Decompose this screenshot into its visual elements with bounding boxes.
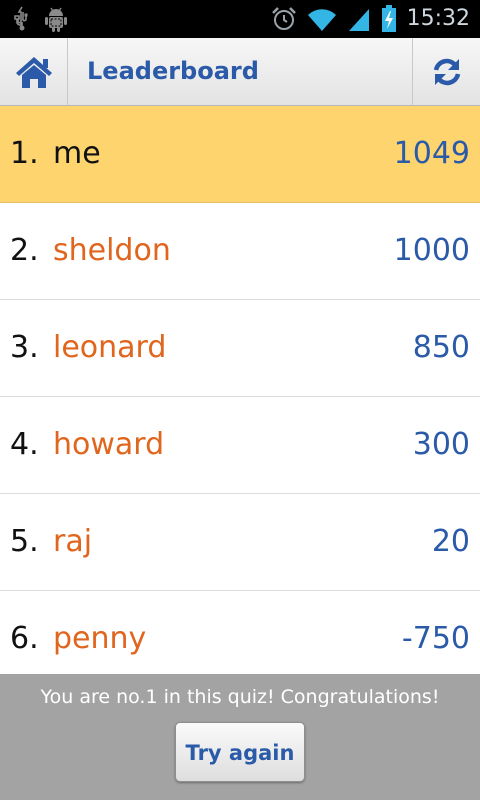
congratulations-message: You are no.1 in this quiz! Congratulatio… — [40, 686, 440, 708]
refresh-icon — [433, 58, 460, 85]
refresh-button[interactable] — [412, 38, 480, 105]
leaderboard-row: 4. howard 300 — [0, 397, 480, 494]
action-bar: Leaderboard — [0, 38, 480, 106]
player-score: -750 — [401, 621, 470, 656]
android-debug-icon — [45, 7, 67, 32]
leaderboard-list: 1. me 1049 2. sheldon 1000 3. leonard 85… — [0, 106, 480, 688]
player-score: 850 — [412, 330, 470, 365]
leaderboard-row: 5. raj 20 — [0, 494, 480, 591]
home-button[interactable] — [0, 38, 68, 105]
try-again-button[interactable]: Try again — [175, 722, 305, 782]
clock: 15:32 — [406, 6, 470, 31]
rank-label: 2. — [10, 233, 39, 268]
rank-label: 1. — [10, 136, 39, 171]
screen-title: Leaderboard — [87, 57, 259, 85]
player-name: howard — [53, 427, 165, 462]
player-score: 1000 — [393, 233, 470, 268]
player-name: sheldon — [53, 233, 171, 268]
player-score: 1049 — [393, 136, 470, 171]
player-name: me — [53, 136, 101, 171]
leaderboard-row: 3. leonard 850 — [0, 300, 480, 397]
rank-label: 3. — [10, 330, 39, 365]
player-score: 20 — [431, 524, 470, 559]
wifi-icon — [307, 9, 336, 32]
player-name: leonard — [53, 330, 167, 365]
status-bar: 15:32 — [0, 0, 480, 38]
alarm-icon — [271, 7, 296, 30]
battery-charging-icon — [381, 5, 396, 32]
result-footer: You are no.1 in this quiz! Congratulatio… — [0, 674, 480, 800]
home-icon — [15, 56, 52, 88]
leaderboard-row: 1. me 1049 — [0, 106, 480, 203]
rank-label: 6. — [10, 621, 39, 656]
signal-icon — [348, 9, 369, 31]
player-name: raj — [53, 524, 93, 559]
player-name: penny — [53, 621, 147, 656]
usb-icon — [14, 6, 28, 31]
rank-label: 4. — [10, 427, 39, 462]
leaderboard-row: 2. sheldon 1000 — [0, 203, 480, 300]
rank-label: 5. — [10, 524, 39, 559]
player-score: 300 — [412, 427, 470, 462]
